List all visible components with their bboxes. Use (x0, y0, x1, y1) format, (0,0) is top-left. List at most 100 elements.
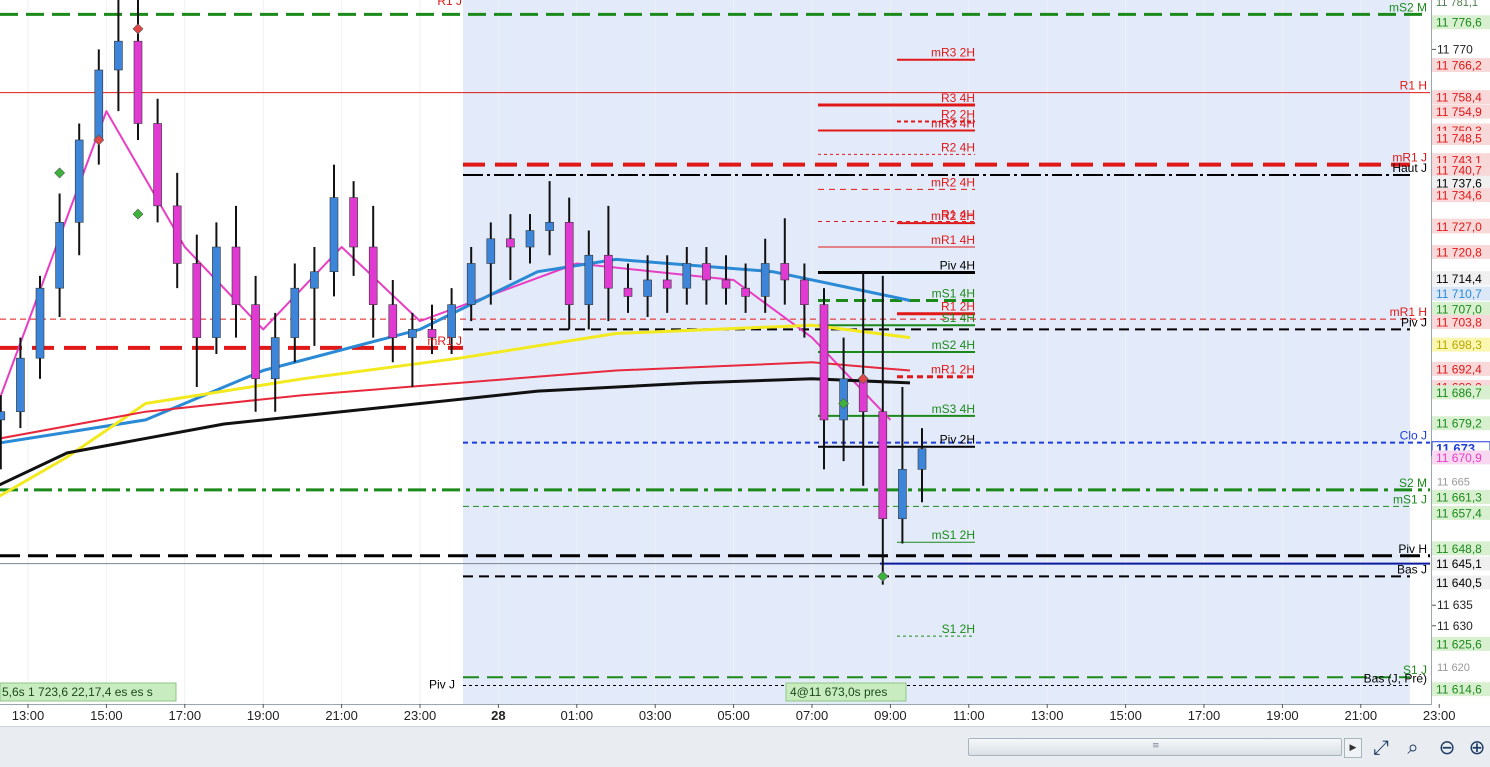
price-level-label: 11 692,4 (1432, 361, 1490, 376)
level-label-left: R1 J (437, 0, 462, 8)
bear-candle (702, 263, 711, 281)
price-level-label: 11 657,4 (1432, 505, 1490, 520)
bear-candle (819, 304, 829, 421)
price-label-text: 11 661,3 (1436, 490, 1482, 504)
price-label-text: 11 720,8 (1436, 245, 1482, 259)
price-label-text: 11 648,8 (1436, 542, 1482, 556)
price-level-label: 11 625,6 (1432, 636, 1490, 651)
time-axis-label: 23:00 (404, 708, 437, 723)
price-level-label: 11 720,8 (1432, 244, 1490, 259)
bear-candle (721, 279, 731, 289)
level-label-right: R1 H (1400, 79, 1427, 93)
price-label-text: 11 710,7 (1436, 287, 1482, 301)
level-label-right: mS1 J (1393, 492, 1427, 506)
level-label-right: Haut J (1392, 161, 1427, 175)
level-label-intraday: mS3 4H (932, 402, 975, 416)
level-label-right: Piv H (1398, 542, 1427, 556)
price-level-label: 11 748,5 (1432, 130, 1490, 145)
price-axis-top-label: 11 781,1 (1436, 0, 1478, 9)
bull-candle (0, 411, 6, 421)
price-label-text: 11 657,4 (1436, 506, 1482, 520)
time-axis-label: 05:00 (717, 708, 750, 723)
price-level-label: 11 670,9 (1432, 450, 1490, 465)
scroll-right-button[interactable]: ▶ (1344, 738, 1362, 758)
level-label-right: Bas (J, Pré) (1364, 671, 1427, 685)
bull-candle (114, 40, 123, 71)
bull-candle (898, 469, 907, 520)
bull-candle (290, 287, 300, 338)
bear-candle (192, 263, 202, 338)
time-axis-label: 21:00 (325, 708, 358, 723)
price-chart[interactable]: mS2 MR1 HmR1 JHaut JmR1 HPiv JClo JS2 Mm… (0, 0, 1490, 726)
price-label-text: 11 714,4 (1436, 272, 1482, 286)
horizontal-scrollbar[interactable]: ≡ (968, 738, 1342, 756)
price-level-label: 11 703,8 (1432, 314, 1490, 329)
chart-toolbar: ≡ ▶ ⤢ ⌕ ⊖ ⊕ (0, 726, 1490, 767)
price-label-text: 11 758,4 (1436, 91, 1482, 105)
time-axis-label: 15:00 (1109, 708, 1142, 723)
bear-candle (172, 205, 182, 264)
price-level-label: 11 686,7 (1432, 385, 1490, 400)
bull-candle (35, 287, 45, 359)
time-axis-label: 13:00 (12, 708, 45, 723)
price-level-label: 11 727,0 (1432, 219, 1490, 234)
price-axis-partial-label: 11 665 (1437, 477, 1470, 489)
info-bar-left-text: 5,6s 1 723,6 22,17,4 es es s (2, 685, 153, 699)
price-level-label: 11 640,5 (1432, 575, 1490, 590)
bull-candle (447, 304, 456, 338)
level-label-intraday: Piv 2H (940, 433, 975, 447)
level-label-left: Piv J (429, 678, 455, 692)
price-level-label: 11 661,3 (1432, 489, 1490, 504)
bull-candle (74, 139, 84, 223)
price-label-text: 11 640,5 (1436, 576, 1482, 590)
bull-candle (94, 69, 104, 141)
price-label-text: 11 692,4 (1436, 362, 1482, 376)
level-label-right: S2 M (1399, 476, 1427, 490)
price-level-label: 11 614,6 (1432, 682, 1490, 697)
price-label-text: 11 727,0 (1436, 220, 1482, 234)
bull-candle (270, 337, 280, 380)
price-level-label: 11 734,6 (1432, 188, 1490, 203)
bull-candle (16, 357, 25, 412)
bear-candle (780, 263, 790, 281)
price-label-text: 11 748,5 (1436, 131, 1482, 145)
level-label-intraday: mR1 4H (931, 233, 975, 247)
level-label-intraday: mR2 2H (931, 209, 975, 223)
level-label-intraday: mR3 2H (931, 46, 975, 60)
cursor-tool-icon[interactable]: ⤢ (1368, 733, 1394, 761)
bear-candle (349, 197, 358, 248)
level-label-intraday: mR1 2H (931, 363, 975, 377)
price-axis-tick-label: 11 770 (1437, 42, 1473, 56)
bull-candle (917, 448, 927, 470)
level-label-intraday: Piv 4H (940, 259, 975, 273)
price-label-text: 11 614,6 (1436, 683, 1482, 697)
bull-candle (55, 222, 64, 289)
level-label-intraday: mS1 2H (932, 528, 975, 542)
bull-candle (545, 222, 554, 231)
time-axis-label: 01:00 (561, 708, 594, 723)
level-label-right: Bas J (1397, 562, 1427, 576)
bull-candle (584, 254, 594, 305)
level-label-left: mR1 J (427, 334, 462, 348)
zoom-in-icon[interactable]: ⊕ (1464, 733, 1490, 761)
level-label-intraday: mR3 4H (931, 117, 975, 131)
time-axis-label: 07:00 (796, 708, 829, 723)
zoom-fit-icon[interactable]: ⌕ (1400, 733, 1426, 761)
level-label-intraday: R2 4H (941, 140, 975, 154)
bear-candle (564, 222, 574, 305)
price-level-label: 11 758,4 (1432, 90, 1490, 105)
bull-candle (408, 329, 417, 338)
time-axis-label: 23:00 (1423, 708, 1456, 723)
bear-candle (878, 411, 888, 520)
price-label-text: 11 679,2 (1436, 417, 1482, 431)
price-level-label: 11 698,3 (1432, 337, 1490, 352)
scroll-grip-icon: ≡ (1152, 741, 1160, 751)
price-level-label: 11 679,2 (1432, 416, 1490, 431)
level-label-right: mS2 M (1389, 0, 1427, 14)
bear-candle (741, 287, 750, 297)
time-axis-label: 17:00 (169, 708, 202, 723)
time-axis-label: 17:00 (1188, 708, 1221, 723)
price-label-text: 11 776,6 (1436, 16, 1482, 30)
zoom-out-icon[interactable]: ⊖ (1434, 733, 1460, 761)
time-axis-date-label: 28 (491, 708, 505, 723)
